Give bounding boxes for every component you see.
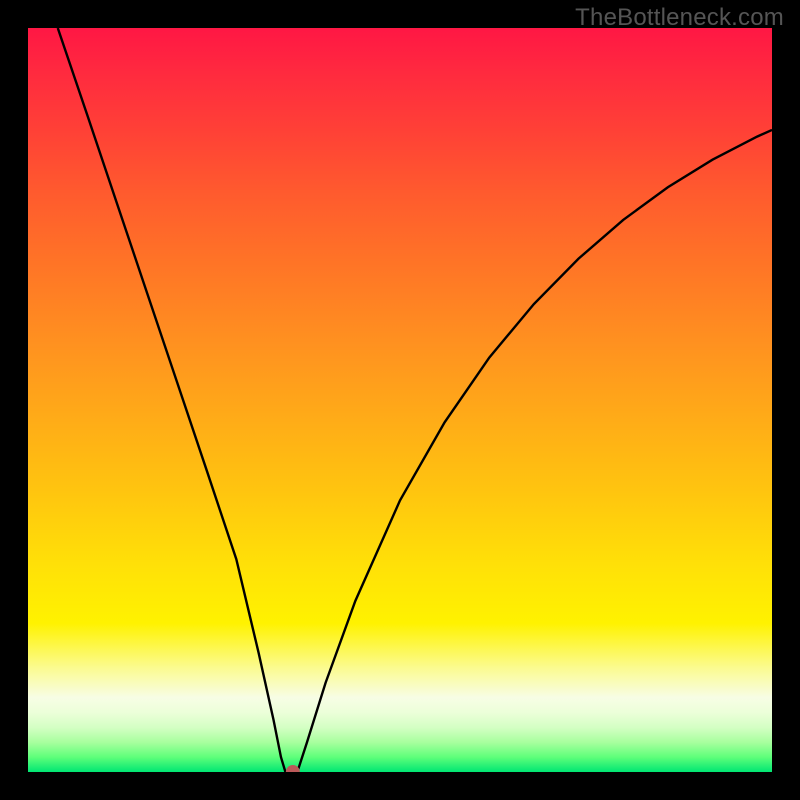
plot-area — [28, 28, 772, 772]
chart-frame — [28, 28, 772, 772]
background-gradient — [28, 28, 772, 772]
watermark-text: TheBottleneck.com — [575, 4, 784, 32]
